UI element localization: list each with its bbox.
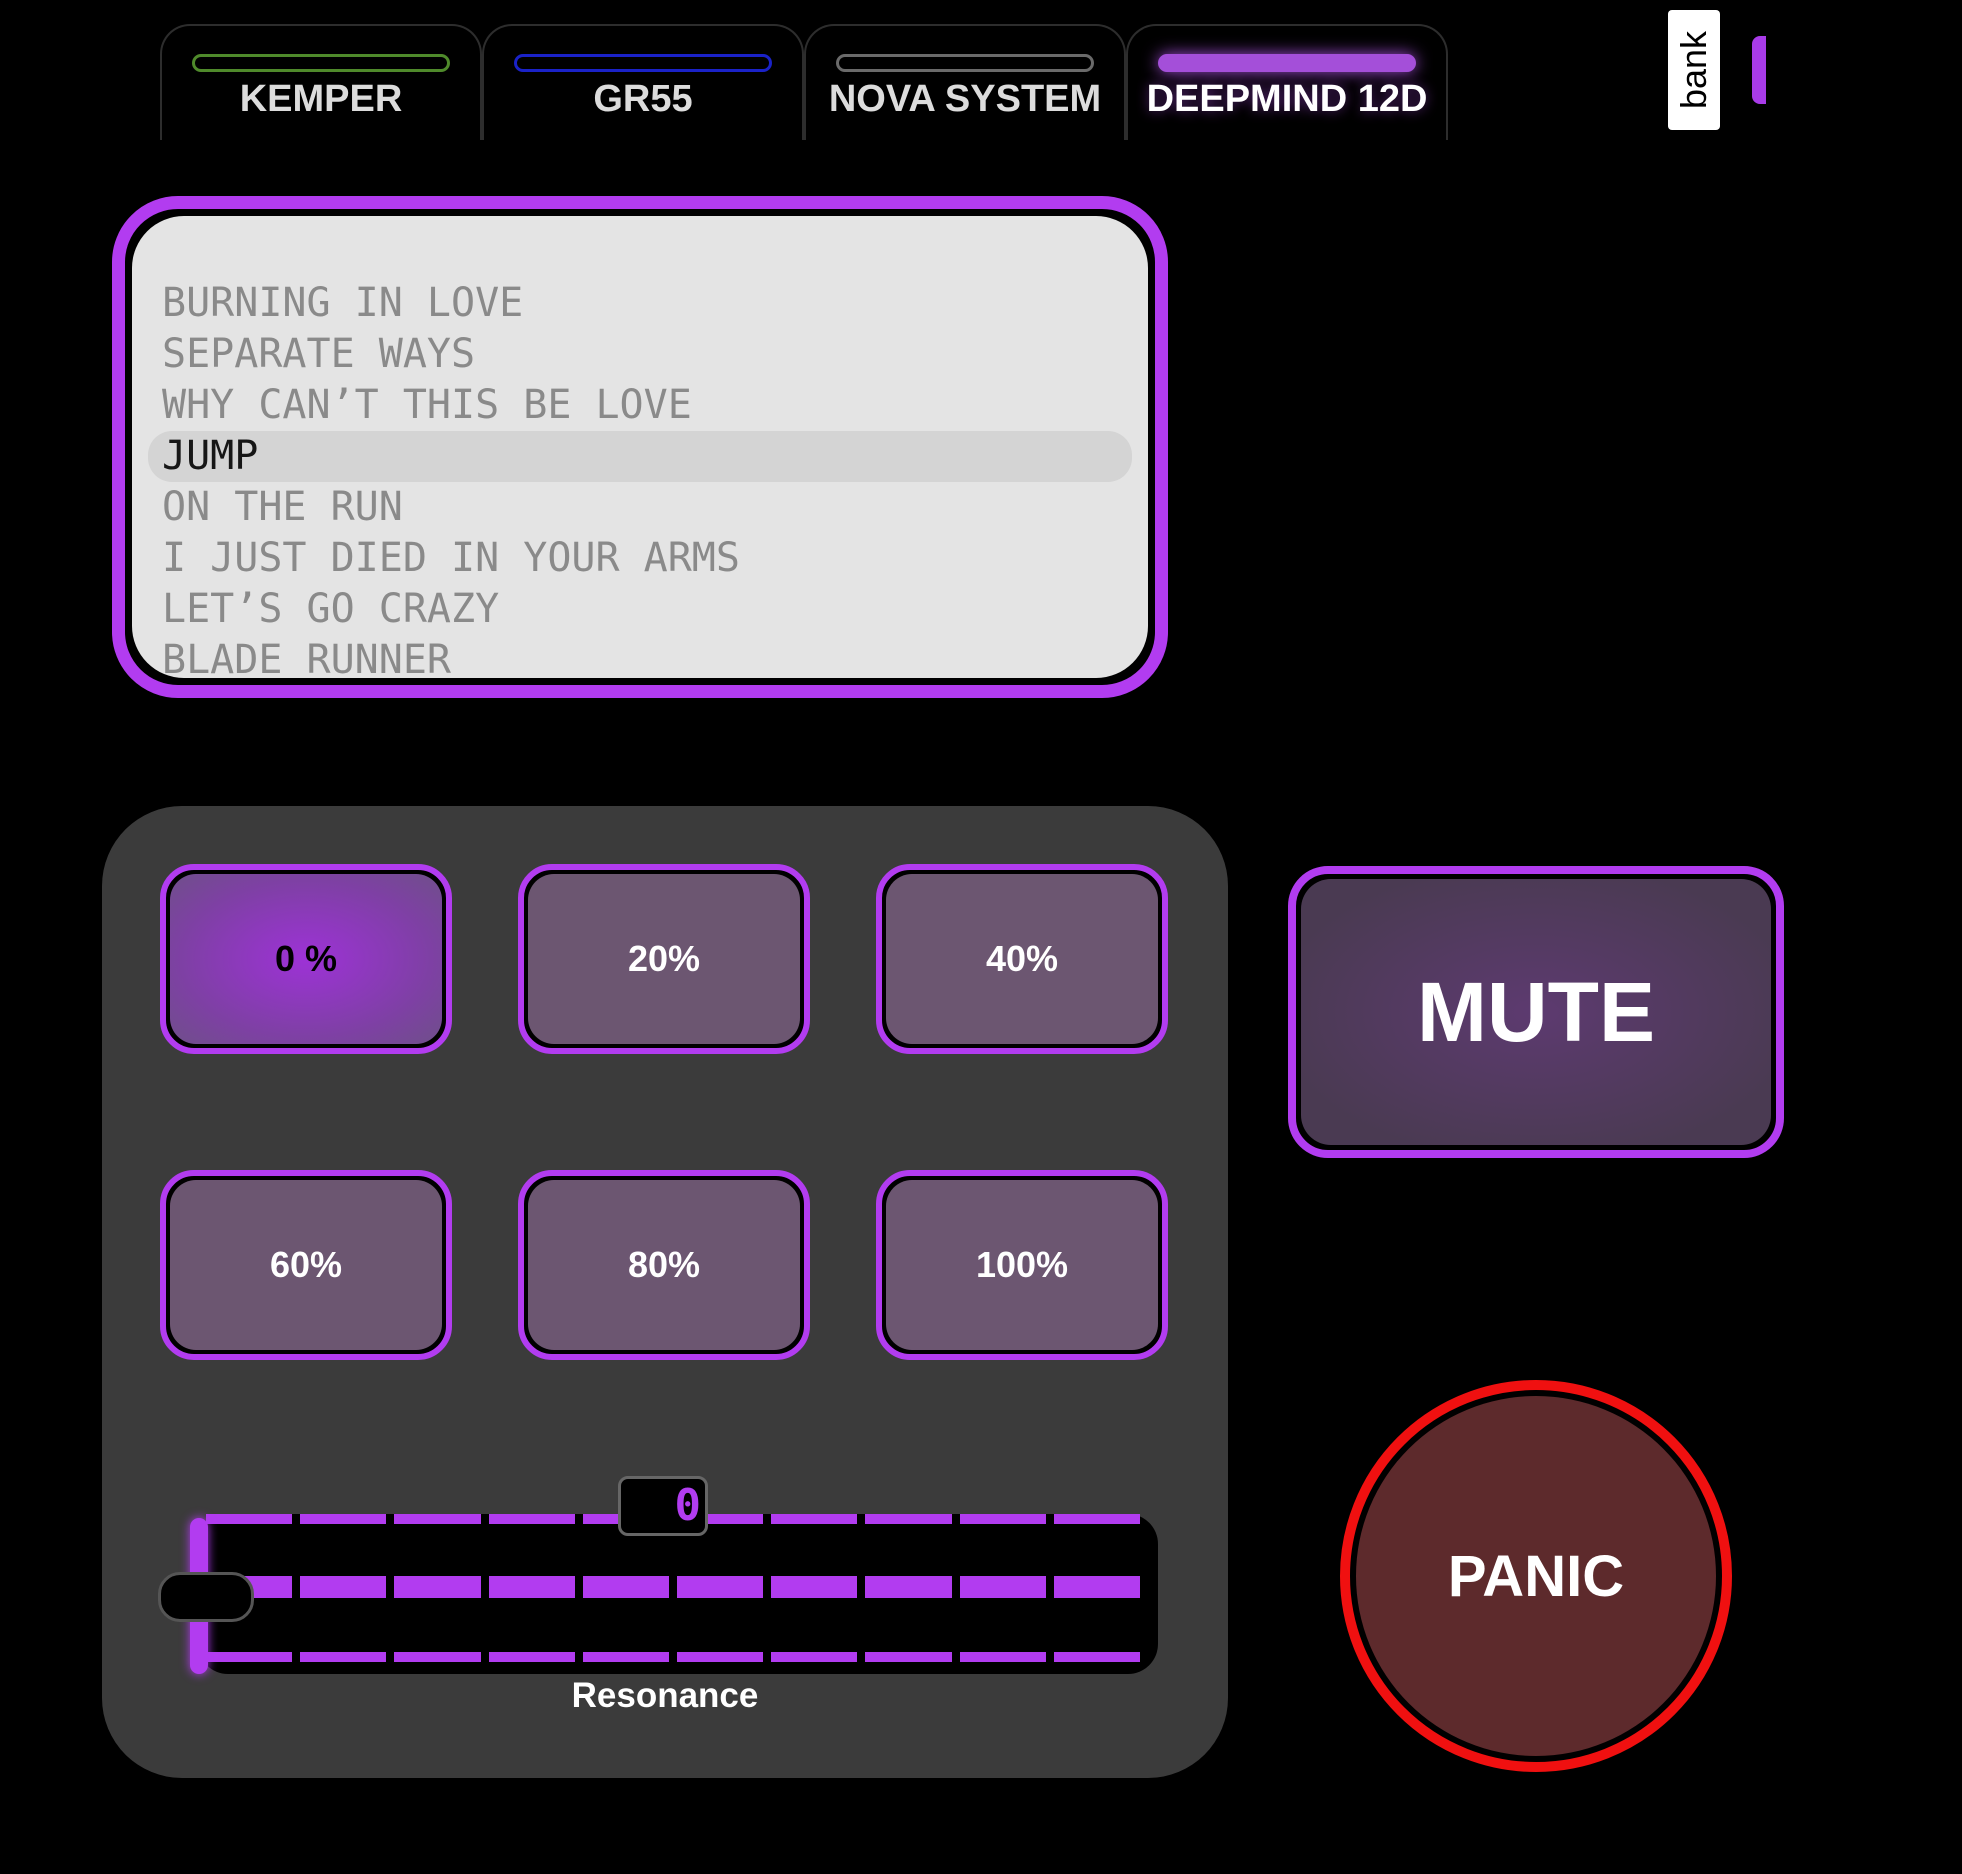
tab-kemper[interactable]: KEMPER xyxy=(160,24,482,140)
controls-panel: 0 % 20% 40% 60% 80% 100% 0 Resonance xyxy=(102,806,1228,1778)
pad-40-percent[interactable]: 40% xyxy=(876,864,1168,1054)
pad-label: 80% xyxy=(528,1180,800,1350)
song-list-item[interactable]: LET’S GO CRAZY xyxy=(148,584,1132,635)
song-list-item[interactable]: BURNING IN LOVE xyxy=(148,278,1132,329)
slider-label: Resonance xyxy=(571,1676,759,1715)
pad-label: 60% xyxy=(170,1180,442,1350)
pad-label: 40% xyxy=(886,874,1158,1044)
tab-label: KEMPER xyxy=(239,78,403,120)
song-list-frame: BURNING IN LOVE SEPARATE WAYS WHY CAN’T TH… xyxy=(112,196,1168,698)
slider-center-ticks xyxy=(206,1576,1141,1598)
tab-indicator xyxy=(1158,54,1416,72)
pad-80-percent[interactable]: 80% xyxy=(518,1170,810,1360)
pad-label: 0 % xyxy=(170,874,442,1044)
mute-label: MUTE xyxy=(1301,879,1771,1145)
panic-label: PANIC xyxy=(1356,1396,1716,1756)
song-list[interactable]: BURNING IN LOVE SEPARATE WAYS WHY CAN’T TH… xyxy=(132,216,1148,678)
tab-gr55[interactable]: GR55 xyxy=(482,24,804,140)
tab-nova-system[interactable]: NOVA SYSTEM xyxy=(804,24,1126,140)
tab-indicator xyxy=(192,54,450,72)
tab-deepmind-12d[interactable]: DEEPMIND 12D xyxy=(1126,24,1448,140)
song-list-item[interactable]: JUMP xyxy=(148,431,1132,482)
song-list-item[interactable]: I JUST DIED IN YOUR ARMS xyxy=(148,533,1132,584)
tab-label: DEEPMIND 12D xyxy=(1146,78,1428,120)
pad-label: 100% xyxy=(886,1180,1158,1350)
tab-indicator xyxy=(836,54,1094,72)
tab-label: NOVA SYSTEM xyxy=(828,78,1102,120)
panic-button[interactable]: PANIC xyxy=(1340,1380,1732,1772)
bank-button[interactable]: bank xyxy=(1668,10,1720,130)
song-list-item[interactable]: WHY CAN’T THIS BE LOVE xyxy=(148,380,1132,431)
slider-bottom-ticks xyxy=(206,1652,1141,1662)
pad-0-percent[interactable]: 0 % xyxy=(160,864,452,1054)
bank-label: bank xyxy=(1673,30,1715,110)
resonance-slider-thumb[interactable] xyxy=(158,1572,254,1622)
pad-60-percent[interactable]: 60% xyxy=(160,1170,452,1360)
pad-20-percent[interactable]: 20% xyxy=(518,864,810,1054)
tab-label: GR55 xyxy=(593,78,693,120)
song-list-item[interactable]: ON THE RUN xyxy=(148,482,1132,533)
slider-value-readout: 0 xyxy=(618,1476,708,1536)
song-list-item[interactable]: BLADE RUNNER xyxy=(148,635,1132,678)
pad-label: 20% xyxy=(528,874,800,1044)
mute-button[interactable]: MUTE xyxy=(1288,866,1784,1158)
resonance-slider-track[interactable] xyxy=(198,1514,1158,1674)
tab-indicator xyxy=(514,54,772,72)
device-tab-bar: KEMPER GR55 NOVA SYSTEM DEEPMIND 12D xyxy=(160,24,1522,140)
song-list-items: BURNING IN LOVE SEPARATE WAYS WHY CAN’T TH… xyxy=(148,278,1132,678)
bank-panel-handle[interactable] xyxy=(1752,36,1766,104)
song-list-item[interactable]: SEPARATE WAYS xyxy=(148,329,1132,380)
pad-100-percent[interactable]: 100% xyxy=(876,1170,1168,1360)
